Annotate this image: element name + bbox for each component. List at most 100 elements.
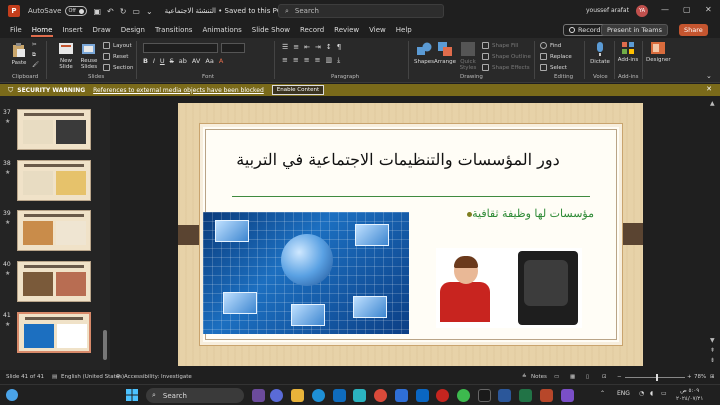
- wifi-icon[interactable]: ◔: [639, 390, 644, 397]
- scroll-down-icon[interactable]: ▼: [710, 337, 715, 344]
- arrange-button[interactable]: Arrange: [433, 41, 457, 65]
- close-icon[interactable]: ✕: [706, 85, 712, 93]
- slide-bullet[interactable]: مؤسسات لها وظيفة ثقافية: [408, 207, 594, 220]
- designer-button[interactable]: Designer: [646, 41, 671, 63]
- slide-thumbnail[interactable]: [17, 210, 91, 251]
- undo-icon[interactable]: ↶: [107, 7, 114, 16]
- align-right-icon[interactable]: ≡: [304, 56, 310, 65]
- powerpoint-icon[interactable]: [540, 389, 553, 402]
- italic-button[interactable]: I: [153, 57, 155, 65]
- previous-slide-icon[interactable]: ⇞: [710, 347, 715, 354]
- change-case-button[interactable]: Aa: [205, 57, 213, 65]
- reuse-slides-button[interactable]: Reuse Slides: [78, 42, 100, 70]
- edge-icon[interactable]: [312, 389, 325, 402]
- font-size-select[interactable]: [221, 43, 245, 53]
- scroll-up-icon[interactable]: ▲: [710, 100, 715, 107]
- weather-icon[interactable]: [6, 389, 18, 401]
- tab-home[interactable]: Home: [27, 22, 58, 38]
- zoom-out-icon[interactable]: −: [617, 374, 622, 380]
- copy-icon[interactable]: ⧉: [32, 52, 36, 59]
- language-status[interactable]: English (United States): [61, 374, 124, 380]
- app-icon[interactable]: [395, 389, 408, 402]
- align-center-icon[interactable]: ≡: [293, 56, 299, 65]
- reset-button[interactable]: Reset: [103, 53, 128, 60]
- taskview-icon[interactable]: [252, 389, 265, 402]
- slide-thumbnail[interactable]: [17, 261, 91, 302]
- font-color-button[interactable]: A: [219, 57, 223, 65]
- opera-icon[interactable]: [436, 389, 449, 402]
- tab-record[interactable]: Record: [295, 22, 329, 38]
- zoom-in-icon[interactable]: +: [687, 374, 692, 380]
- document-title[interactable]: التنشئة الاجتماعية • Saved to this PC ⌄: [165, 7, 290, 15]
- quick-styles-button[interactable]: Quick Styles: [456, 41, 480, 71]
- tray-overflow-icon[interactable]: ⌃: [600, 390, 605, 397]
- slide-canvas[interactable]: دور المؤسسات والتنظيمات الاجتماعية في ال…: [178, 103, 643, 366]
- rtl-icon[interactable]: ¶: [337, 43, 341, 51]
- vscode-icon[interactable]: [416, 389, 429, 402]
- network-image[interactable]: [203, 212, 409, 334]
- addins-button[interactable]: Add-ins: [617, 41, 639, 63]
- layout-button[interactable]: Layout: [103, 42, 132, 49]
- chat-icon[interactable]: [270, 389, 283, 402]
- windows-start-icon[interactable]: [126, 389, 138, 401]
- child-television-image[interactable]: [436, 248, 582, 328]
- battery-icon[interactable]: ▭: [661, 390, 667, 397]
- clock[interactable]: ٥:٠٩ ص ٢٠٢٤/٠٧/٢١: [676, 387, 703, 403]
- new-slide-button[interactable]: New Slide: [54, 42, 78, 70]
- normal-view-icon[interactable]: ▭: [554, 374, 559, 380]
- avatar[interactable]: YA: [636, 5, 648, 17]
- zoom-level[interactable]: 78%: [694, 374, 706, 380]
- zoom-slider[interactable]: [625, 377, 685, 378]
- format-painter-icon[interactable]: 🖌: [32, 62, 39, 68]
- tab-file[interactable]: File: [5, 22, 27, 38]
- slide-scrollbar[interactable]: ▲ ▼ ⇞ ⇟: [706, 96, 720, 370]
- taskbar-search[interactable]: ⌕ Search: [146, 388, 244, 403]
- underline-button[interactable]: U: [160, 57, 165, 65]
- line-spacing-icon[interactable]: ↕: [326, 43, 332, 51]
- shapes-button[interactable]: Shapes: [413, 41, 435, 65]
- select-button[interactable]: Select: [540, 64, 567, 71]
- present-in-teams-button[interactable]: Present in Teams: [601, 24, 669, 36]
- collapse-ribbon-icon[interactable]: ⌄: [706, 72, 712, 80]
- columns-icon[interactable]: ▥: [326, 56, 333, 65]
- redo-icon[interactable]: ↻: [120, 7, 127, 16]
- save-icon[interactable]: ▣: [93, 7, 101, 16]
- strikethrough-button[interactable]: S: [170, 57, 174, 65]
- bullets-icon[interactable]: ☰: [282, 43, 288, 51]
- chrome-icon[interactable]: [457, 389, 470, 402]
- reading-view-icon[interactable]: ▯: [586, 374, 589, 380]
- enable-content-button[interactable]: Enable Content: [271, 85, 325, 95]
- app-icon[interactable]: [353, 389, 366, 402]
- accessibility-icon[interactable]: ⚲: [116, 374, 120, 380]
- autosave-toggle[interactable]: Off: [65, 6, 88, 16]
- tab-design[interactable]: Design: [116, 22, 150, 38]
- tab-help[interactable]: Help: [391, 22, 417, 38]
- decrease-indent-icon[interactable]: ⇤: [304, 43, 310, 51]
- zoom-slider-thumb[interactable]: [656, 374, 658, 381]
- find-button[interactable]: Find: [540, 42, 561, 49]
- section-button[interactable]: Section: [103, 64, 133, 71]
- increase-indent-icon[interactable]: ⇥: [315, 43, 321, 51]
- dictate-button[interactable]: Dictate: [589, 41, 611, 65]
- record-button[interactable]: Record: [563, 24, 607, 36]
- volume-icon[interactable]: ◖: [650, 390, 653, 397]
- spacing-button[interactable]: AV: [192, 57, 200, 65]
- minimize-icon[interactable]: —: [661, 5, 669, 14]
- store-icon[interactable]: [333, 389, 346, 402]
- tab-slide-show[interactable]: Slide Show: [247, 22, 295, 38]
- slide-thumbnail[interactable]: [17, 160, 91, 201]
- paste-button[interactable]: Paste: [8, 42, 30, 66]
- present-icon[interactable]: ▭: [132, 7, 140, 16]
- tab-draw[interactable]: Draw: [87, 22, 115, 38]
- slide-thumbnail[interactable]: [17, 109, 91, 150]
- slide-thumbnail-active[interactable]: [17, 312, 91, 353]
- justify-icon[interactable]: ≡: [315, 56, 321, 65]
- bold-button[interactable]: B: [143, 57, 148, 65]
- proofing-icon[interactable]: ▤: [52, 374, 57, 380]
- shape-outline-button[interactable]: Shape Outline: [482, 53, 531, 60]
- font-family-select[interactable]: [143, 43, 218, 53]
- notes-button[interactable]: Notes: [531, 374, 547, 380]
- tab-insert[interactable]: Insert: [57, 22, 87, 38]
- shape-fill-button[interactable]: Shape Fill: [482, 42, 518, 49]
- cut-icon[interactable]: ✂: [32, 42, 37, 48]
